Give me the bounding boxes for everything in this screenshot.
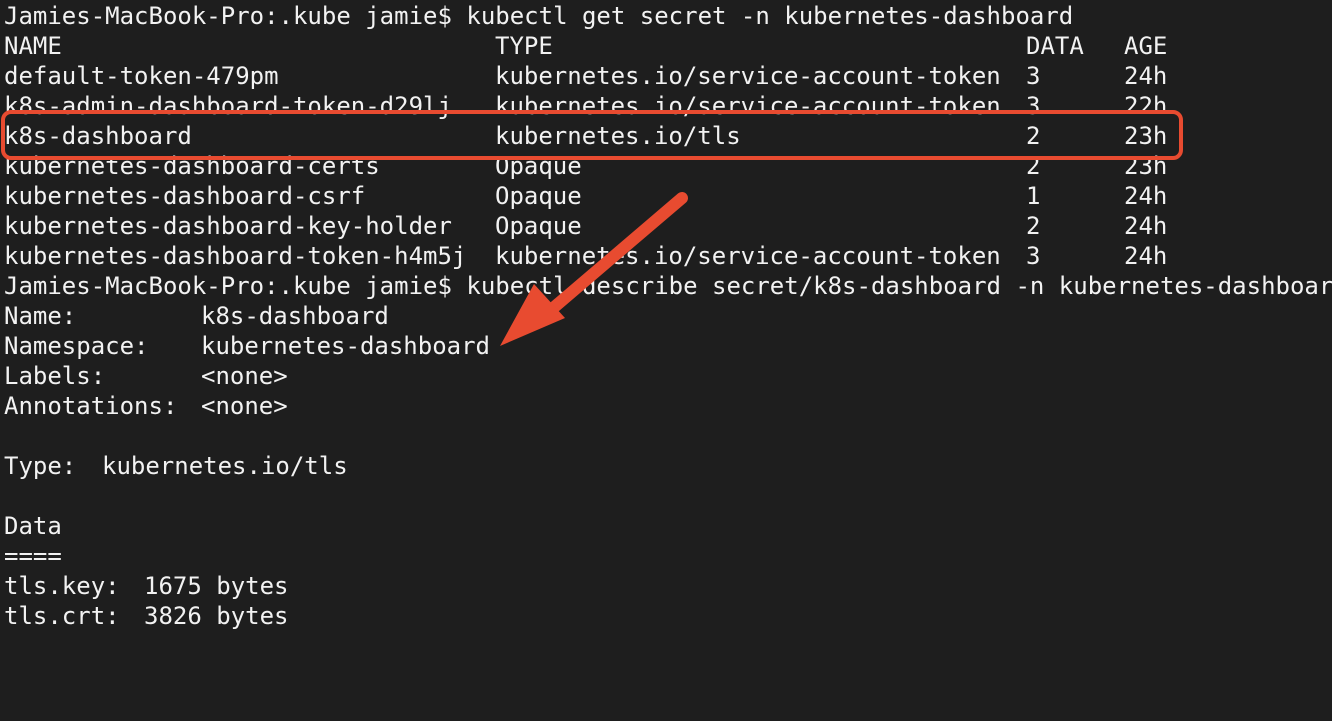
field-label: Labels: [4,362,106,390]
data-item-tls-key: tls.key: 1675 bytes [4,571,904,601]
data-item-value: 3826 bytes [144,602,289,630]
describe-field-annotations: Annotations: <none> [4,391,904,421]
secret-data-count: 2 [1026,152,1041,180]
secret-data-count: 1 [1026,182,1041,210]
describe-field-namespace: Namespace: kubernetes-dashboard [4,331,904,361]
secret-age: 24h [1124,62,1168,90]
secret-data-count: 3 [1026,242,1041,270]
secret-name: kubernetes-dashboard-csrf [4,182,366,210]
secret-age: 23h [1124,152,1168,180]
type-label: Type: [4,452,77,480]
field-label: Namespace: [4,332,149,360]
secret-type: Opaque [495,182,582,210]
column-header-data: DATA [1026,32,1084,60]
data-item-label: tls.key: [4,572,120,600]
secret-name: kubernetes-dashboard-key-holder [4,212,452,240]
secret-type: kubernetes.io/service-account-token [495,242,1001,270]
secret-type: kubernetes.io/service-account-token [495,62,1001,90]
secret-type: kubernetes.io/service-account-token [495,92,1001,120]
describe-field-name: Name: k8s-dashboard [4,301,904,331]
secret-name: k8s-dashboard [4,122,192,150]
secret-age: 24h [1124,242,1168,270]
secret-data-count: 2 [1026,212,1041,240]
table-row: default-token-479pm kubernetes.io/servic… [4,61,1304,91]
data-heading: Data [4,512,62,540]
data-item-value: 1675 bytes [144,572,289,600]
secret-type: Opaque [495,212,582,240]
type-value: kubernetes.io/tls [102,452,348,480]
secret-age: 22h [1124,92,1168,120]
command-line-describe-secret: Jamies-MacBook-Pro:.kube jamie$ kubectl … [4,272,1332,300]
column-header-type: TYPE [495,32,553,60]
secret-data-count: 2 [1026,122,1041,150]
secret-data-count: 3 [1026,92,1041,120]
describe-type: Type: kubernetes.io/tls [4,451,904,481]
secret-age: 23h [1124,122,1168,150]
field-label: Annotations: [4,392,178,420]
command-line-get-secret: Jamies-MacBook-Pro:.kube jamie$ kubectl … [4,2,1074,30]
field-value: kubernetes-dashboard [201,332,490,360]
secret-age: 24h [1124,182,1168,210]
secret-data-count: 3 [1026,62,1041,90]
column-header-age: AGE [1124,32,1168,60]
table-row: kubernetes-dashboard-token-h4m5j kuberne… [4,241,1304,271]
data-rule: ==== [4,542,62,570]
field-value: <none> [201,362,288,390]
secret-type: kubernetes.io/tls [495,122,741,150]
secret-name: kubernetes-dashboard-certs [4,152,380,180]
table-row: kubernetes-dashboard-key-holder Opaque 2… [4,211,1304,241]
field-label: Name: [4,302,77,330]
secret-type: Opaque [495,152,582,180]
secret-name: kubernetes-dashboard-token-h4m5j [4,242,467,270]
data-item-tls-crt: tls.crt: 3826 bytes [4,601,904,631]
secret-age: 24h [1124,212,1168,240]
table-row-highlighted: k8s-dashboard kubernetes.io/tls 2 23h [4,121,1304,151]
table-row: k8s-admin-dashboard-token-d29lj kubernet… [4,91,1304,121]
column-header-name: NAME [4,32,62,60]
data-item-label: tls.crt: [4,602,120,630]
secret-name: k8s-admin-dashboard-token-d29lj [4,92,452,120]
describe-field-labels: Labels: <none> [4,361,904,391]
field-value: k8s-dashboard [201,302,389,330]
field-value: <none> [201,392,288,420]
secret-name: default-token-479pm [4,62,279,90]
table-row: kubernetes-dashboard-csrf Opaque 1 24h [4,181,1304,211]
table-row: kubernetes-dashboard-certs Opaque 2 23h [4,151,1304,181]
table-header-row: NAME TYPE DATA AGE [4,31,1304,61]
